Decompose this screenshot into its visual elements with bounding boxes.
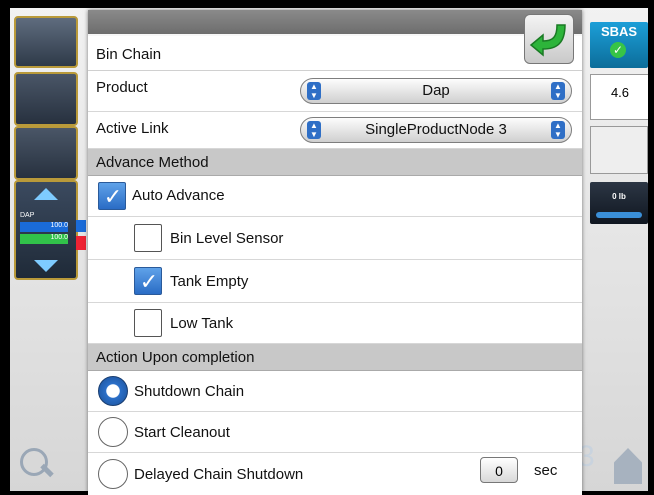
product-selector[interactable]: ▲ ▼ Dap ▲ ▼ [300,78,572,104]
area-value: 4.6 [610,85,630,100]
title-row: Bin Chain [88,36,582,71]
tile-product: DAP [20,212,35,219]
ok-button[interactable] [524,14,574,64]
active-link-label: Active Link [96,120,169,137]
bin-level-sensor-label: Bin Level Sensor [170,230,284,247]
background-strip [76,220,86,232]
action-upon-completion-title: Action Upon completion [96,349,255,366]
active-link-value: SingleProductNode 3 [365,121,507,138]
ok-arrow-icon [529,24,566,57]
checkmark-icon: ✓ [103,184,123,209]
start-cleanout-label: Start Cleanout [134,424,230,441]
auto-advance-checkbox[interactable]: ✓ [98,182,126,210]
screen-frame [0,0,10,495]
weight-bar [596,212,642,218]
delay-seconds-input[interactable]: 0 [480,457,518,483]
tile-rate-1: 100.0 [20,222,68,232]
auto-advance-label: Auto Advance [132,187,225,204]
shutdown-chain-radio[interactable] [98,376,128,406]
weight-readout: 0 lb [590,182,648,224]
spin-left-icon[interactable]: ▲ ▼ [307,82,321,100]
checkmark-icon: ✓ [139,269,159,294]
tank-empty-row[interactable]: ✓ Tank Empty [88,260,582,303]
screen-frame [648,0,654,495]
low-tank-checkbox[interactable] [134,309,162,337]
delayed-chain-shutdown-label: Delayed Chain Shutdown [134,466,304,483]
background-strip [76,236,86,250]
product-label: Product [96,79,148,96]
screen-frame [0,0,654,8]
spin-left-icon[interactable]: ▲ ▼ [307,121,321,139]
total-volume-readout [590,126,648,174]
low-tank-row[interactable]: Low Tank [88,303,582,344]
area-readout: 4.6 [590,74,650,120]
delayed-chain-shutdown-row[interactable]: Delayed Chain Shutdown 0 sec [88,453,582,495]
action-upon-completion-header: Action Upon completion [88,344,582,371]
delayed-chain-shutdown-radio[interactable] [98,459,128,489]
spin-right-icon[interactable]: ▲ ▼ [551,121,565,139]
weight-value: 0 lb [612,192,626,201]
dialog-title: Bin Chain [96,46,162,63]
tank-empty-label: Tank Empty [170,273,249,290]
product-value: Dap [422,82,450,99]
bin-level-sensor-checkbox[interactable] [134,224,162,252]
arrow-down-icon [34,260,58,272]
start-cleanout-radio[interactable] [98,417,128,447]
arrow-up-icon [34,188,58,200]
home-icon[interactable] [614,448,642,484]
start-cleanout-row[interactable]: Start Cleanout [88,412,582,453]
background-tile [14,72,78,126]
bin-level-sensor-row[interactable]: Bin Level Sensor [88,217,582,260]
sbas-label: SBAS [600,24,638,39]
auto-advance-row[interactable]: ✓ Auto Advance [88,176,582,217]
sbas-status: SBAS ✓ [590,22,648,68]
advance-method-header: Advance Method [88,149,582,176]
checkmark-icon: ✓ [610,42,626,58]
shutdown-chain-label: Shutdown Chain [134,383,245,400]
active-link-selector[interactable]: ▲ ▼ SingleProductNode 3 ▲ ▼ [300,117,572,143]
active-link-row: Active Link ▲ ▼ SingleProductNode 3 ▲ ▼ [88,112,582,149]
background-tile [14,16,78,68]
background-tile [14,126,78,180]
dialog-topbar [88,10,582,34]
delay-unit-label: sec [534,462,558,479]
low-tank-label: Low Tank [170,315,234,332]
spin-right-icon[interactable]: ▲ ▼ [551,82,565,100]
product-row: Product ▲ ▼ Dap ▲ ▼ [88,71,582,112]
bin-chain-dialog: Bin Chain Product ▲ ▼ Dap ▲ ▼ Active Link … [88,10,582,495]
tile-rate-2: 100.0 [20,234,68,244]
background-product-tile: DAP 100.0 100.0 [14,180,78,280]
tank-empty-checkbox[interactable]: ✓ [134,267,162,295]
advance-method-title: Advance Method [96,154,209,171]
shutdown-chain-row[interactable]: Shutdown Chain [88,371,582,412]
